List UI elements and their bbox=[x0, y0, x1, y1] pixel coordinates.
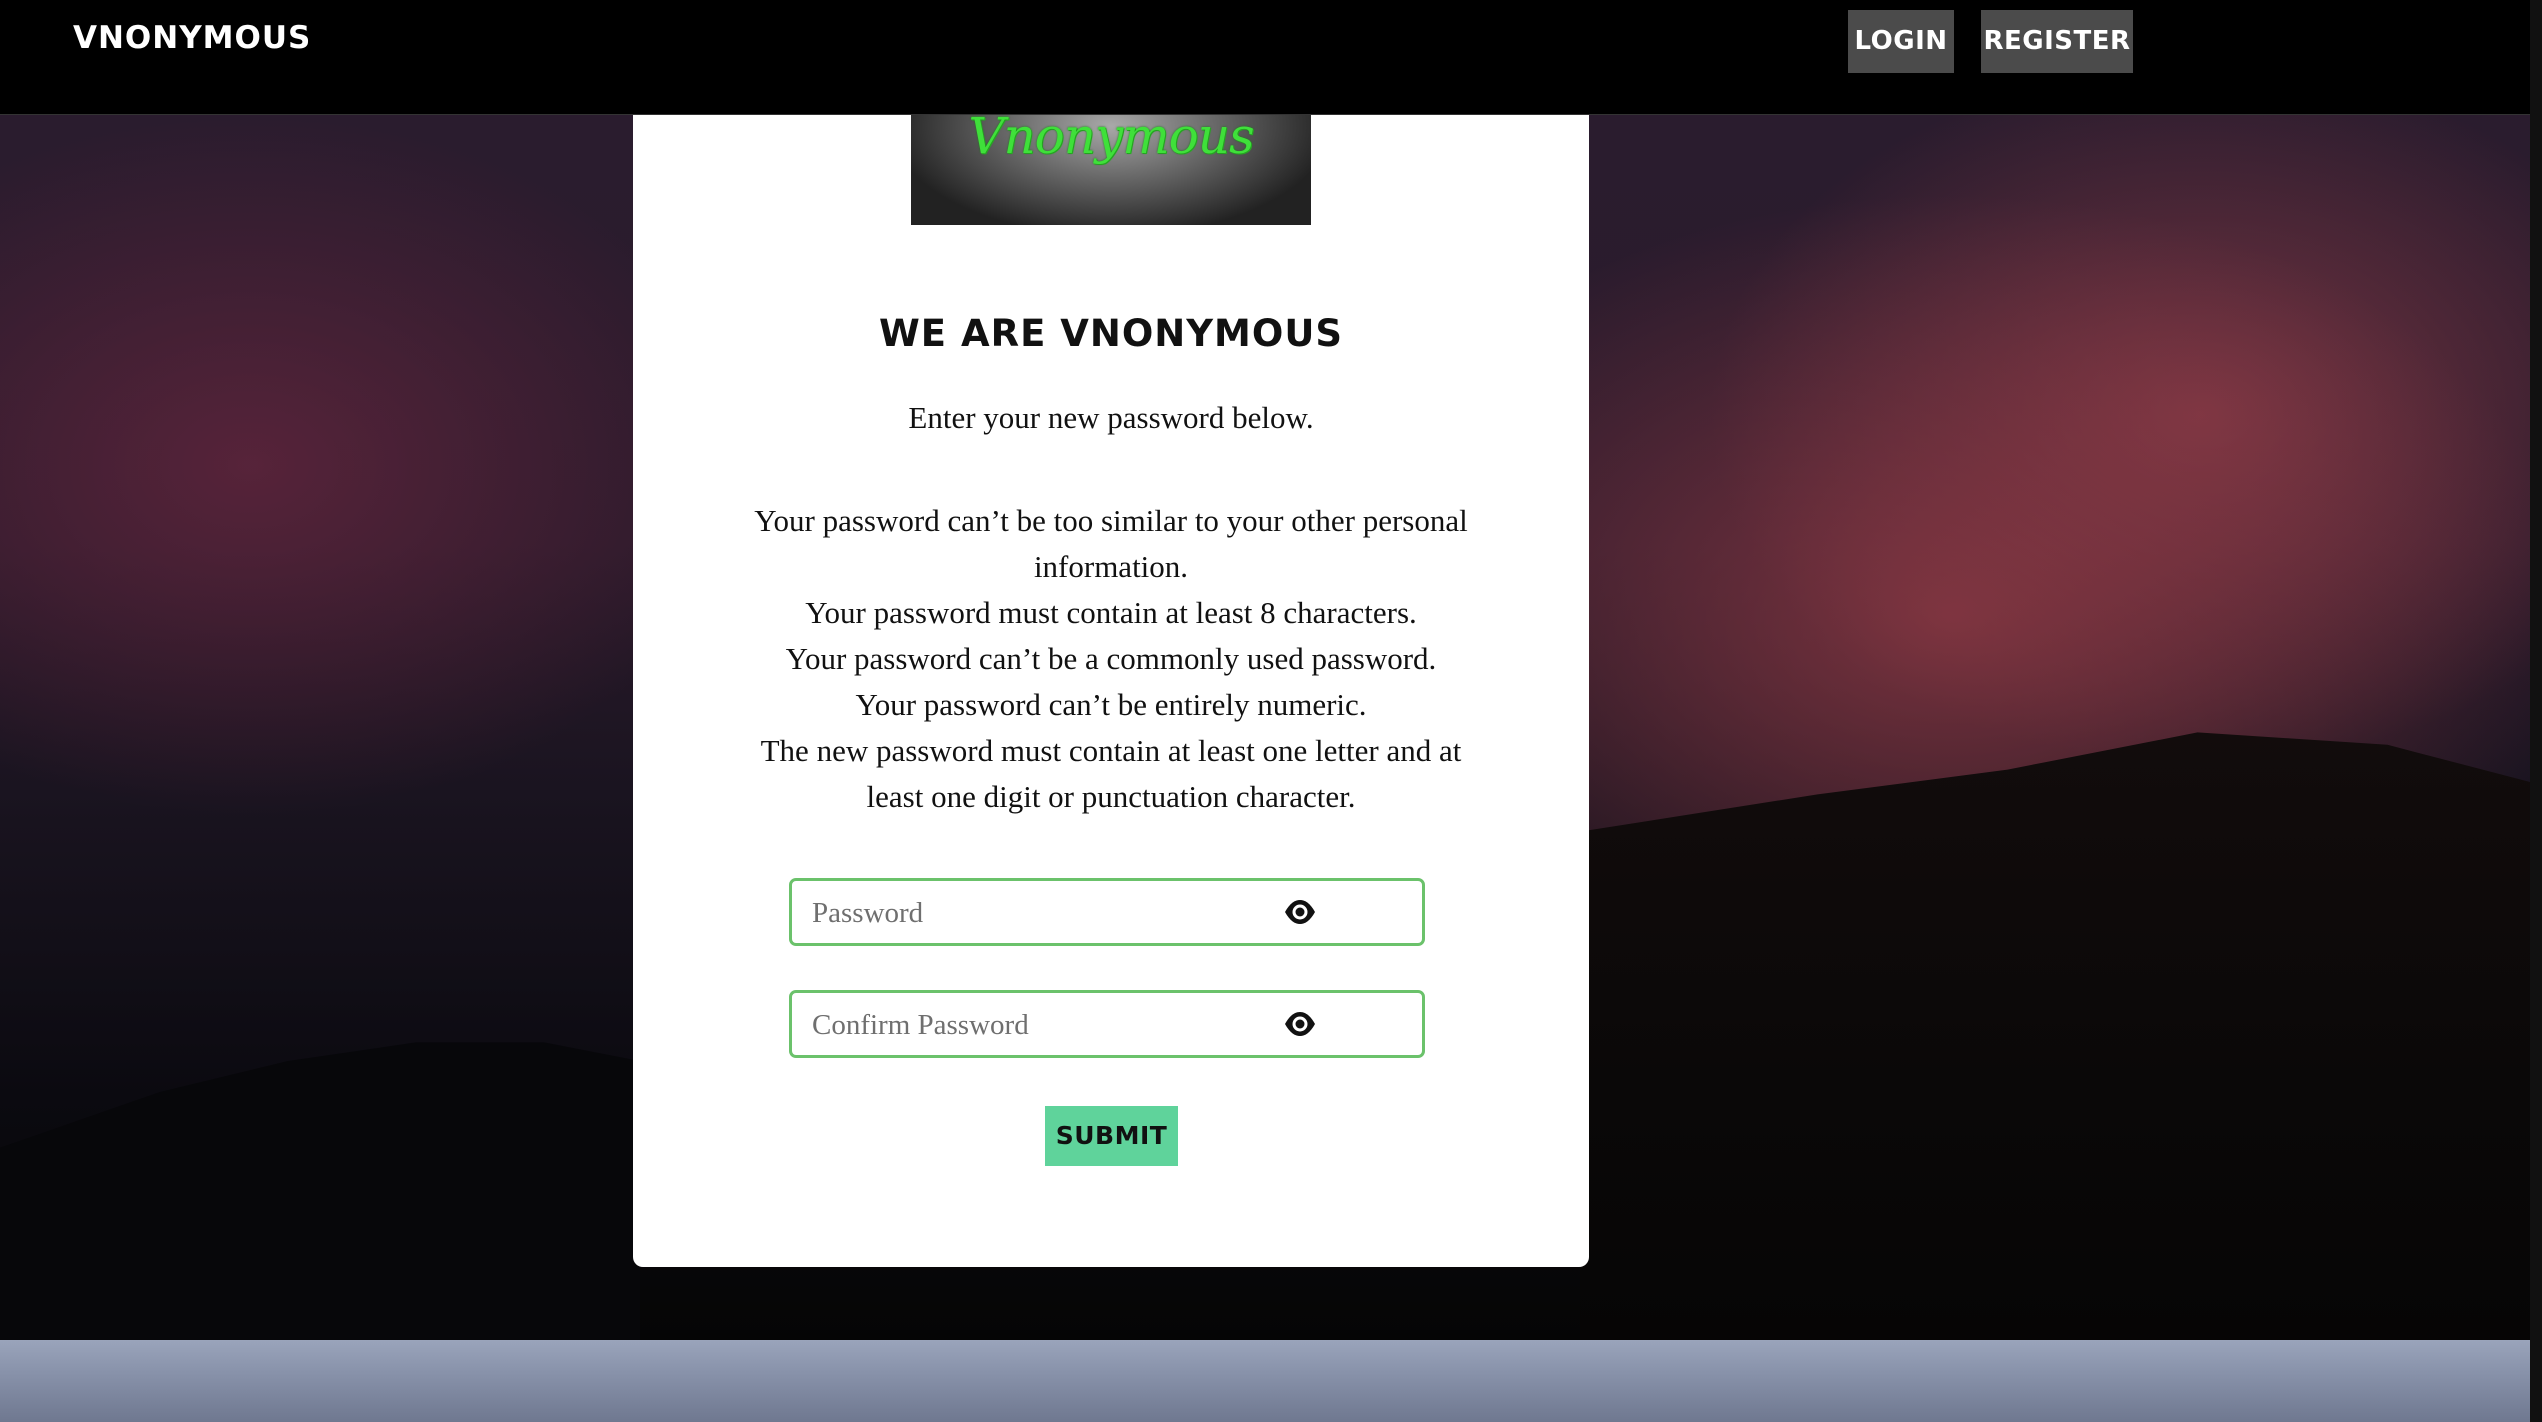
requirement-item: Your password can’t be a commonly used p… bbox=[785, 641, 1437, 676]
confirm-password-field-wrapper bbox=[789, 990, 1425, 1058]
page-scrollbar[interactable] bbox=[2530, 0, 2542, 1422]
requirement-item: Your password can’t be entirely numeric. bbox=[855, 687, 1367, 722]
requirement-item: The new password must contain at least o… bbox=[760, 733, 1462, 814]
register-button[interactable]: REGISTER bbox=[1981, 10, 2133, 73]
logo-text: Vnonymous bbox=[968, 107, 1254, 165]
submit-button[interactable]: SUBMIT bbox=[1045, 1106, 1178, 1166]
password-requirements-list: Your password can’t be too similar to yo… bbox=[753, 498, 1469, 820]
background-lower-section bbox=[0, 1340, 2530, 1422]
eye-icon[interactable] bbox=[1284, 1010, 1316, 1038]
password-field-wrapper bbox=[789, 878, 1425, 946]
requirement-item: Your password must contain at least 8 ch… bbox=[805, 595, 1417, 630]
password-reset-card: Vnonymous WE ARE VNONYMOUS Enter your ne… bbox=[633, 60, 1589, 1267]
requirement-item: Your password can’t be too similar to yo… bbox=[754, 503, 1468, 584]
password-input[interactable] bbox=[810, 881, 1274, 945]
instructions-text: Enter your new password below. bbox=[908, 400, 1314, 435]
page-title: WE ARE VNONYMOUS bbox=[878, 312, 1344, 355]
confirm-password-input[interactable] bbox=[810, 993, 1274, 1057]
login-button[interactable]: LOGIN bbox=[1848, 10, 1954, 73]
eye-icon[interactable] bbox=[1284, 898, 1316, 926]
page: VNONYMOUS LOGIN REGISTER Vnonymous WE AR… bbox=[0, 0, 2542, 1422]
background-ridge-right bbox=[1580, 732, 2530, 1340]
navbar: VNONYMOUS LOGIN REGISTER bbox=[0, 0, 2530, 115]
brand-link[interactable]: VNONYMOUS bbox=[73, 20, 311, 56]
